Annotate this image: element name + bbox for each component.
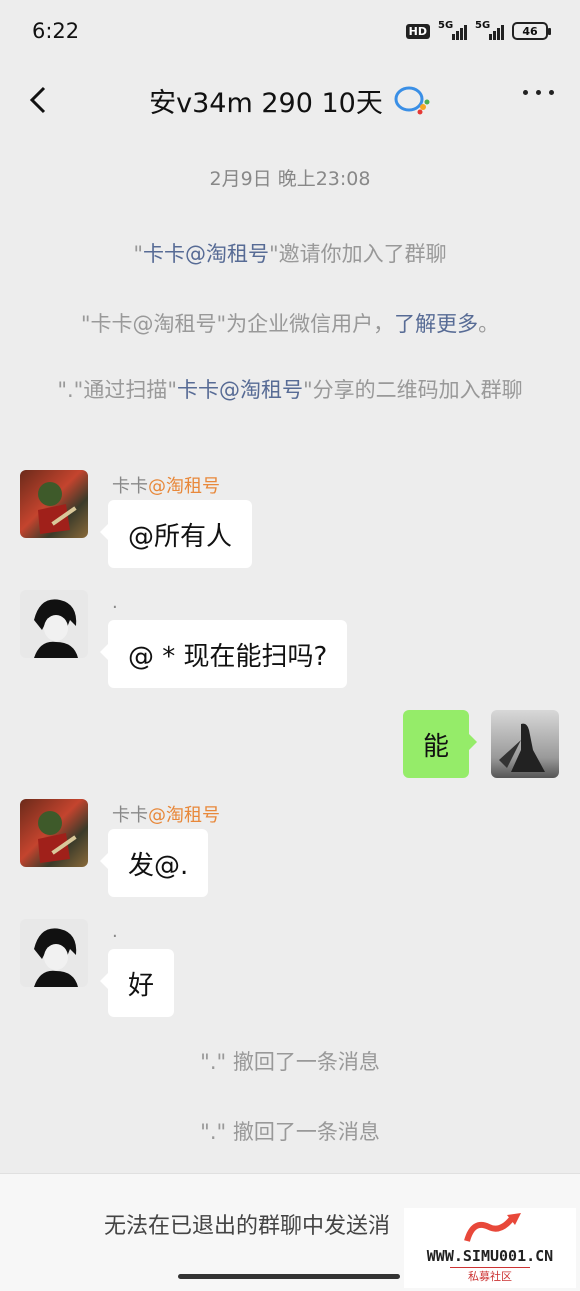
recall-notice: "." 撤回了一条消息 (200, 1050, 380, 1074)
avatar-dot-user[interactable] (20, 919, 88, 987)
system-message-wecom: "卡卡@淘租号"为企业微信用户，了解更多。 (80, 312, 500, 336)
signal-icon: 5G (438, 20, 467, 40)
more-dots-icon[interactable] (523, 90, 554, 95)
watermark-url: WWW.SIMU001.CN (426, 1247, 554, 1265)
self-message-bubble[interactable]: 能 (403, 710, 478, 778)
message-bubble[interactable]: @ * 现在能扫吗? (99, 620, 348, 688)
avatar-self[interactable] (491, 710, 559, 778)
status-icons: HD 5G 5G 46 (405, 20, 551, 40)
sender-name: . (112, 592, 118, 613)
recall-notice: "." 撤回了一条消息 (200, 1120, 380, 1144)
avatar-dot-user[interactable] (20, 590, 88, 658)
hd-badge: HD (405, 23, 430, 39)
system-message-invite: "卡卡@淘租号"邀请你加入了群聊 (133, 242, 447, 266)
chat-title: 安v34m 290 10天 (149, 81, 431, 120)
message-bubble[interactable]: @所有人 (99, 500, 253, 568)
status-time: 6:22 (32, 19, 80, 43)
signal-icon-2: 5G (475, 20, 504, 40)
back-arrow-icon[interactable] (22, 80, 62, 120)
learn-more-link[interactable]: 了解更多 (394, 312, 478, 336)
chat-title-text: 安v34m 290 10天 (149, 87, 383, 119)
system-message-qr: "."通过扫描"卡卡@淘租号"分享的二维码加入群聊 (57, 378, 523, 402)
exited-group-notice: 无法在已退出的群聊中发送消 (104, 1214, 391, 1239)
network-label-2: 5G (475, 20, 491, 31)
chat-area[interactable]: 2月9日 晚上23:08 "卡卡@淘租号"邀请你加入了群聊 "卡卡@淘租号"为企… (0, 138, 580, 1173)
sender-name: 卡卡@淘租号 (112, 805, 220, 826)
sender-name: 卡卡@淘租号 (112, 476, 220, 497)
avatar-kaka[interactable] (20, 799, 88, 867)
message-timestamp: 2月9日 晚上23:08 (209, 168, 371, 190)
battery-icon: 46 (512, 22, 551, 40)
sender-name: . (112, 921, 118, 942)
qr-sharer-link[interactable]: 卡卡@淘租号 (177, 378, 303, 402)
watermark-sub: 私募社区 (450, 1267, 530, 1284)
inviter-link[interactable]: 卡卡@淘租号 (143, 242, 269, 266)
status-bar: 6:22 HD 5G 5G 46 (0, 0, 580, 62)
avatar-kaka[interactable] (20, 470, 88, 538)
message-bubble[interactable]: 好 (99, 949, 175, 1017)
watermark-icon (464, 1213, 521, 1242)
network-label: 5G (438, 20, 454, 31)
watermark-logo: WWW.SIMU001.CN 私募社区 (404, 1208, 576, 1288)
nav-bar: 安v34m 290 10天 (0, 62, 580, 138)
battery-level: 46 (522, 24, 538, 38)
home-indicator[interactable] (178, 1274, 400, 1279)
wecom-icon (394, 86, 430, 115)
message-bubble[interactable]: 发@. (99, 829, 209, 897)
